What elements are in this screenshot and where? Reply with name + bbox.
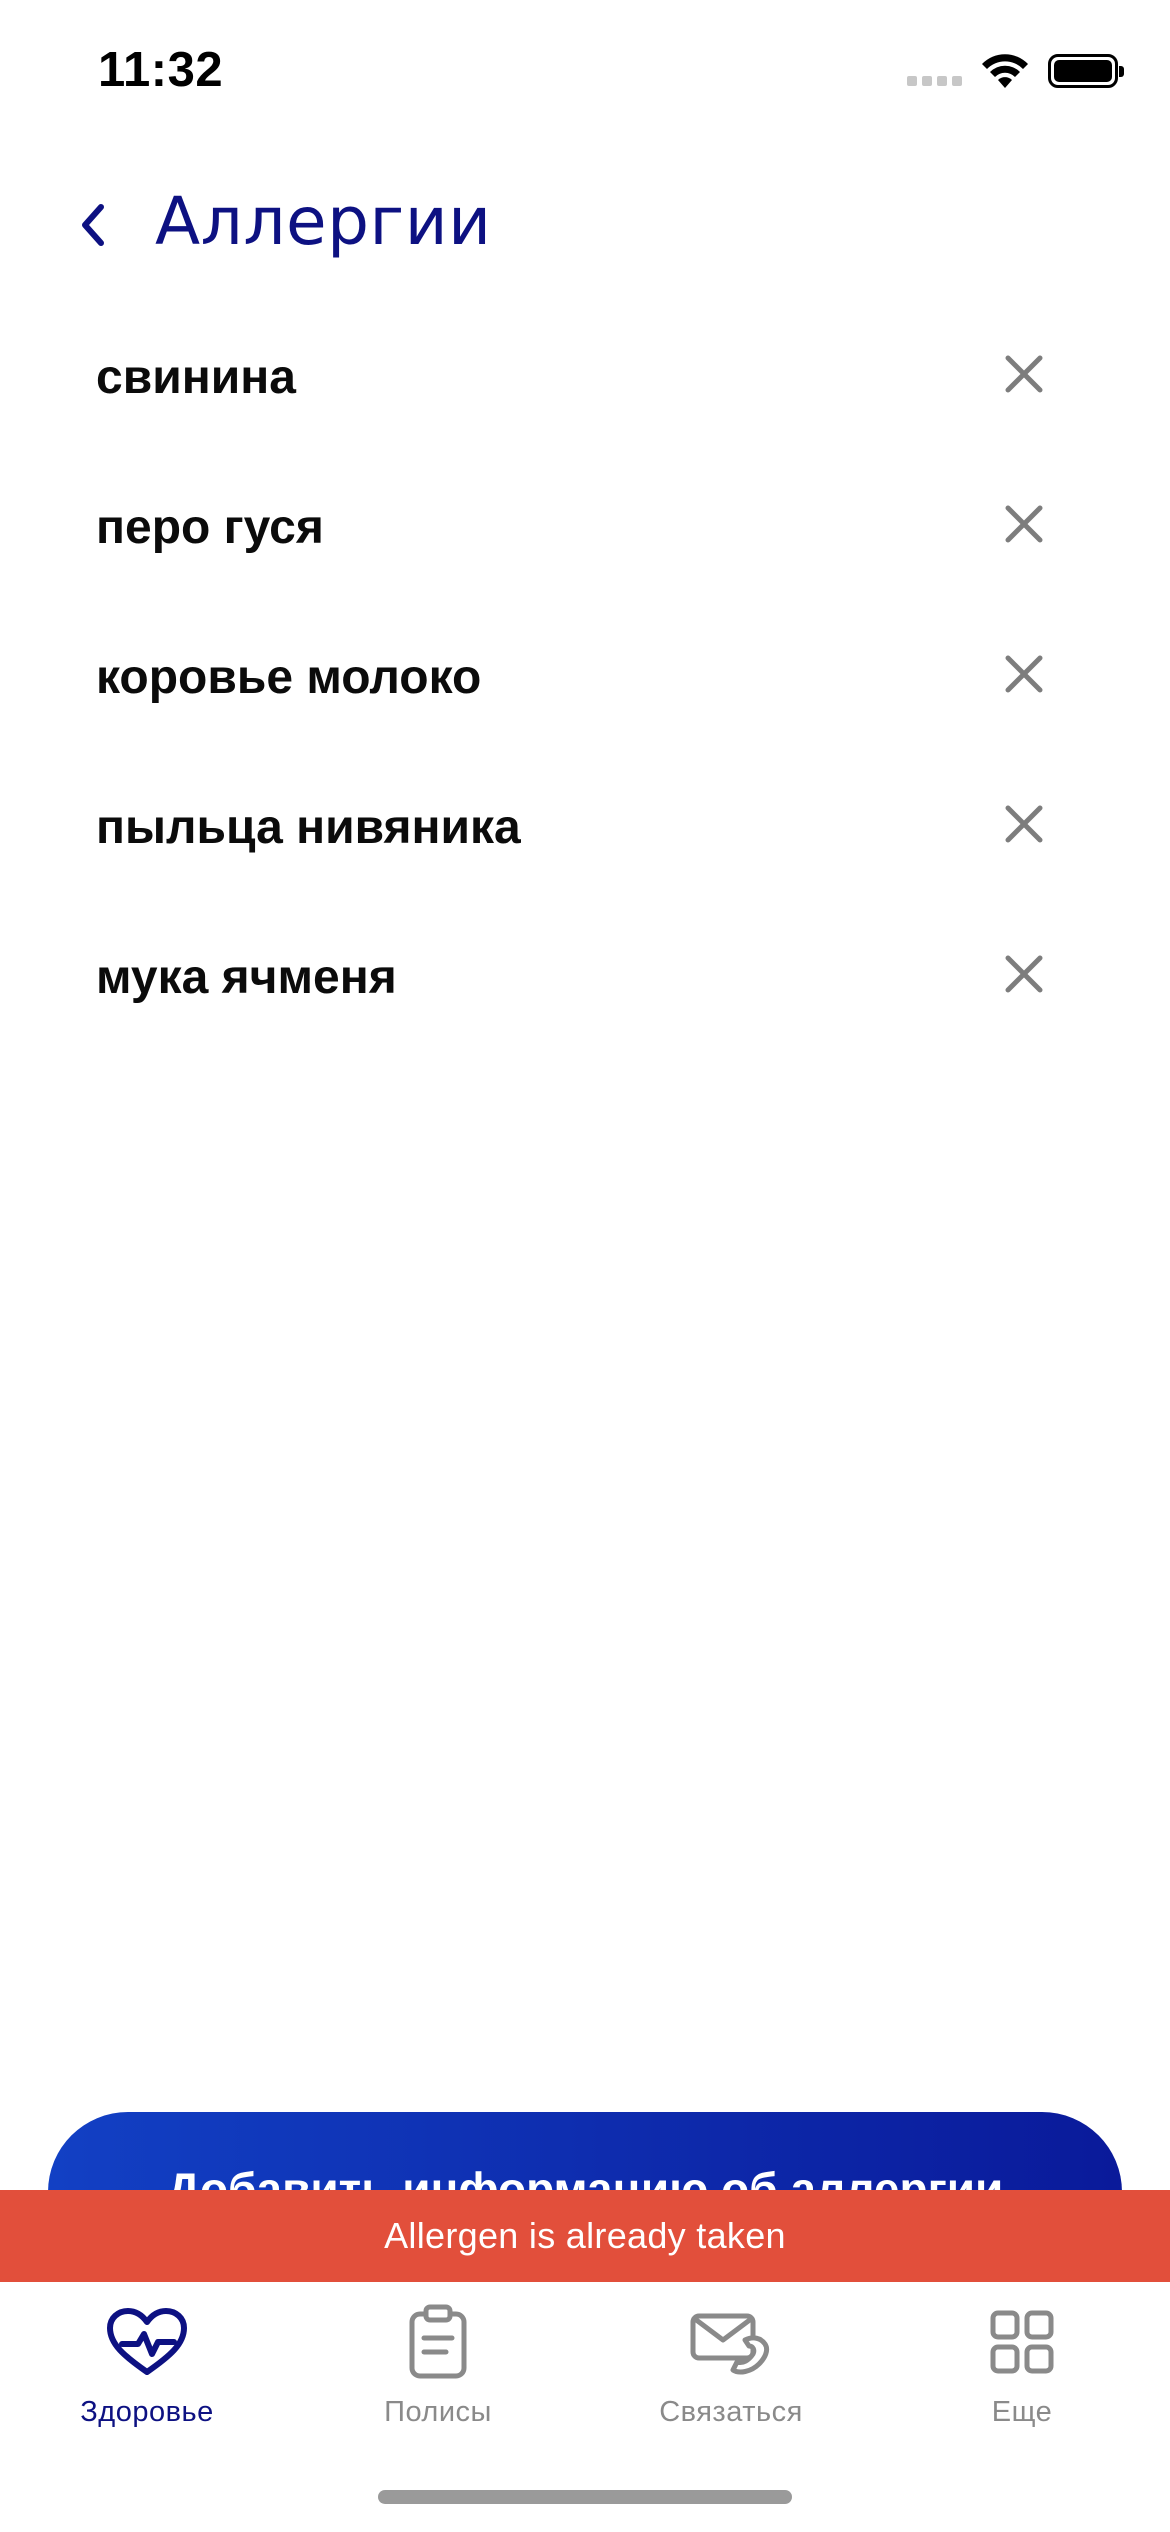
remove-allergy-button[interactable] [996, 646, 1052, 702]
tab-more[interactable]: Еще [902, 2302, 1142, 2429]
remove-allergy-button[interactable] [996, 796, 1052, 852]
allergy-list: свинина перо гуся коровье молоко пыльца … [0, 316, 1170, 1066]
status-indicators [907, 52, 1124, 90]
heart-pulse-icon [102, 2302, 192, 2382]
back-button[interactable] [68, 190, 118, 260]
clipboard-icon [393, 2302, 483, 2382]
remove-allergy-button[interactable] [996, 946, 1052, 1002]
remove-allergy-button[interactable] [996, 496, 1052, 552]
allergy-item: свинина [0, 316, 1170, 466]
allergy-label: пыльца нивяника [96, 801, 521, 854]
close-icon [1005, 655, 1043, 693]
allergy-item: мука ячменя [0, 916, 1170, 1066]
tab-policies[interactable]: Полисы [318, 2302, 558, 2429]
close-icon [1005, 805, 1043, 843]
tab-label: Полисы [384, 2396, 492, 2428]
tab-label: Еще [991, 2396, 1053, 2428]
grid-icon [977, 2302, 1067, 2382]
page-title: Аллергии [155, 183, 492, 260]
wifi-icon [982, 54, 1028, 88]
close-icon [1005, 955, 1043, 993]
allergy-item: пыльца нивяника [0, 766, 1170, 916]
tab-label: Связаться [659, 2396, 803, 2428]
allergies-screen: 11:32 Аллергии свинина перо гуся коровье… [0, 0, 1170, 2532]
cellular-signal-icon [907, 56, 962, 86]
allergy-label: перо гуся [96, 501, 324, 554]
remove-allergy-button[interactable] [996, 346, 1052, 402]
battery-icon [1048, 54, 1124, 88]
close-icon [1005, 355, 1043, 393]
allergy-label: свинина [96, 351, 296, 404]
allergy-item: перо гуся [0, 466, 1170, 616]
chevron-left-icon [82, 204, 104, 246]
close-icon [1005, 505, 1043, 543]
error-toast: Allergen is already taken [0, 2190, 1170, 2282]
mail-phone-icon [686, 2302, 776, 2382]
allergy-label: мука ячменя [96, 951, 397, 1004]
allergy-label: коровье молоко [96, 651, 482, 704]
tab-health[interactable]: Здоровье [27, 2302, 267, 2429]
tab-label: Здоровье [80, 2396, 214, 2428]
home-indicator[interactable] [378, 2490, 792, 2504]
allergy-item: коровье молоко [0, 616, 1170, 766]
toast-message: Allergen is already taken [384, 2215, 786, 2256]
tab-contact[interactable]: Связаться [611, 2302, 851, 2429]
status-time: 11:32 [98, 43, 224, 97]
